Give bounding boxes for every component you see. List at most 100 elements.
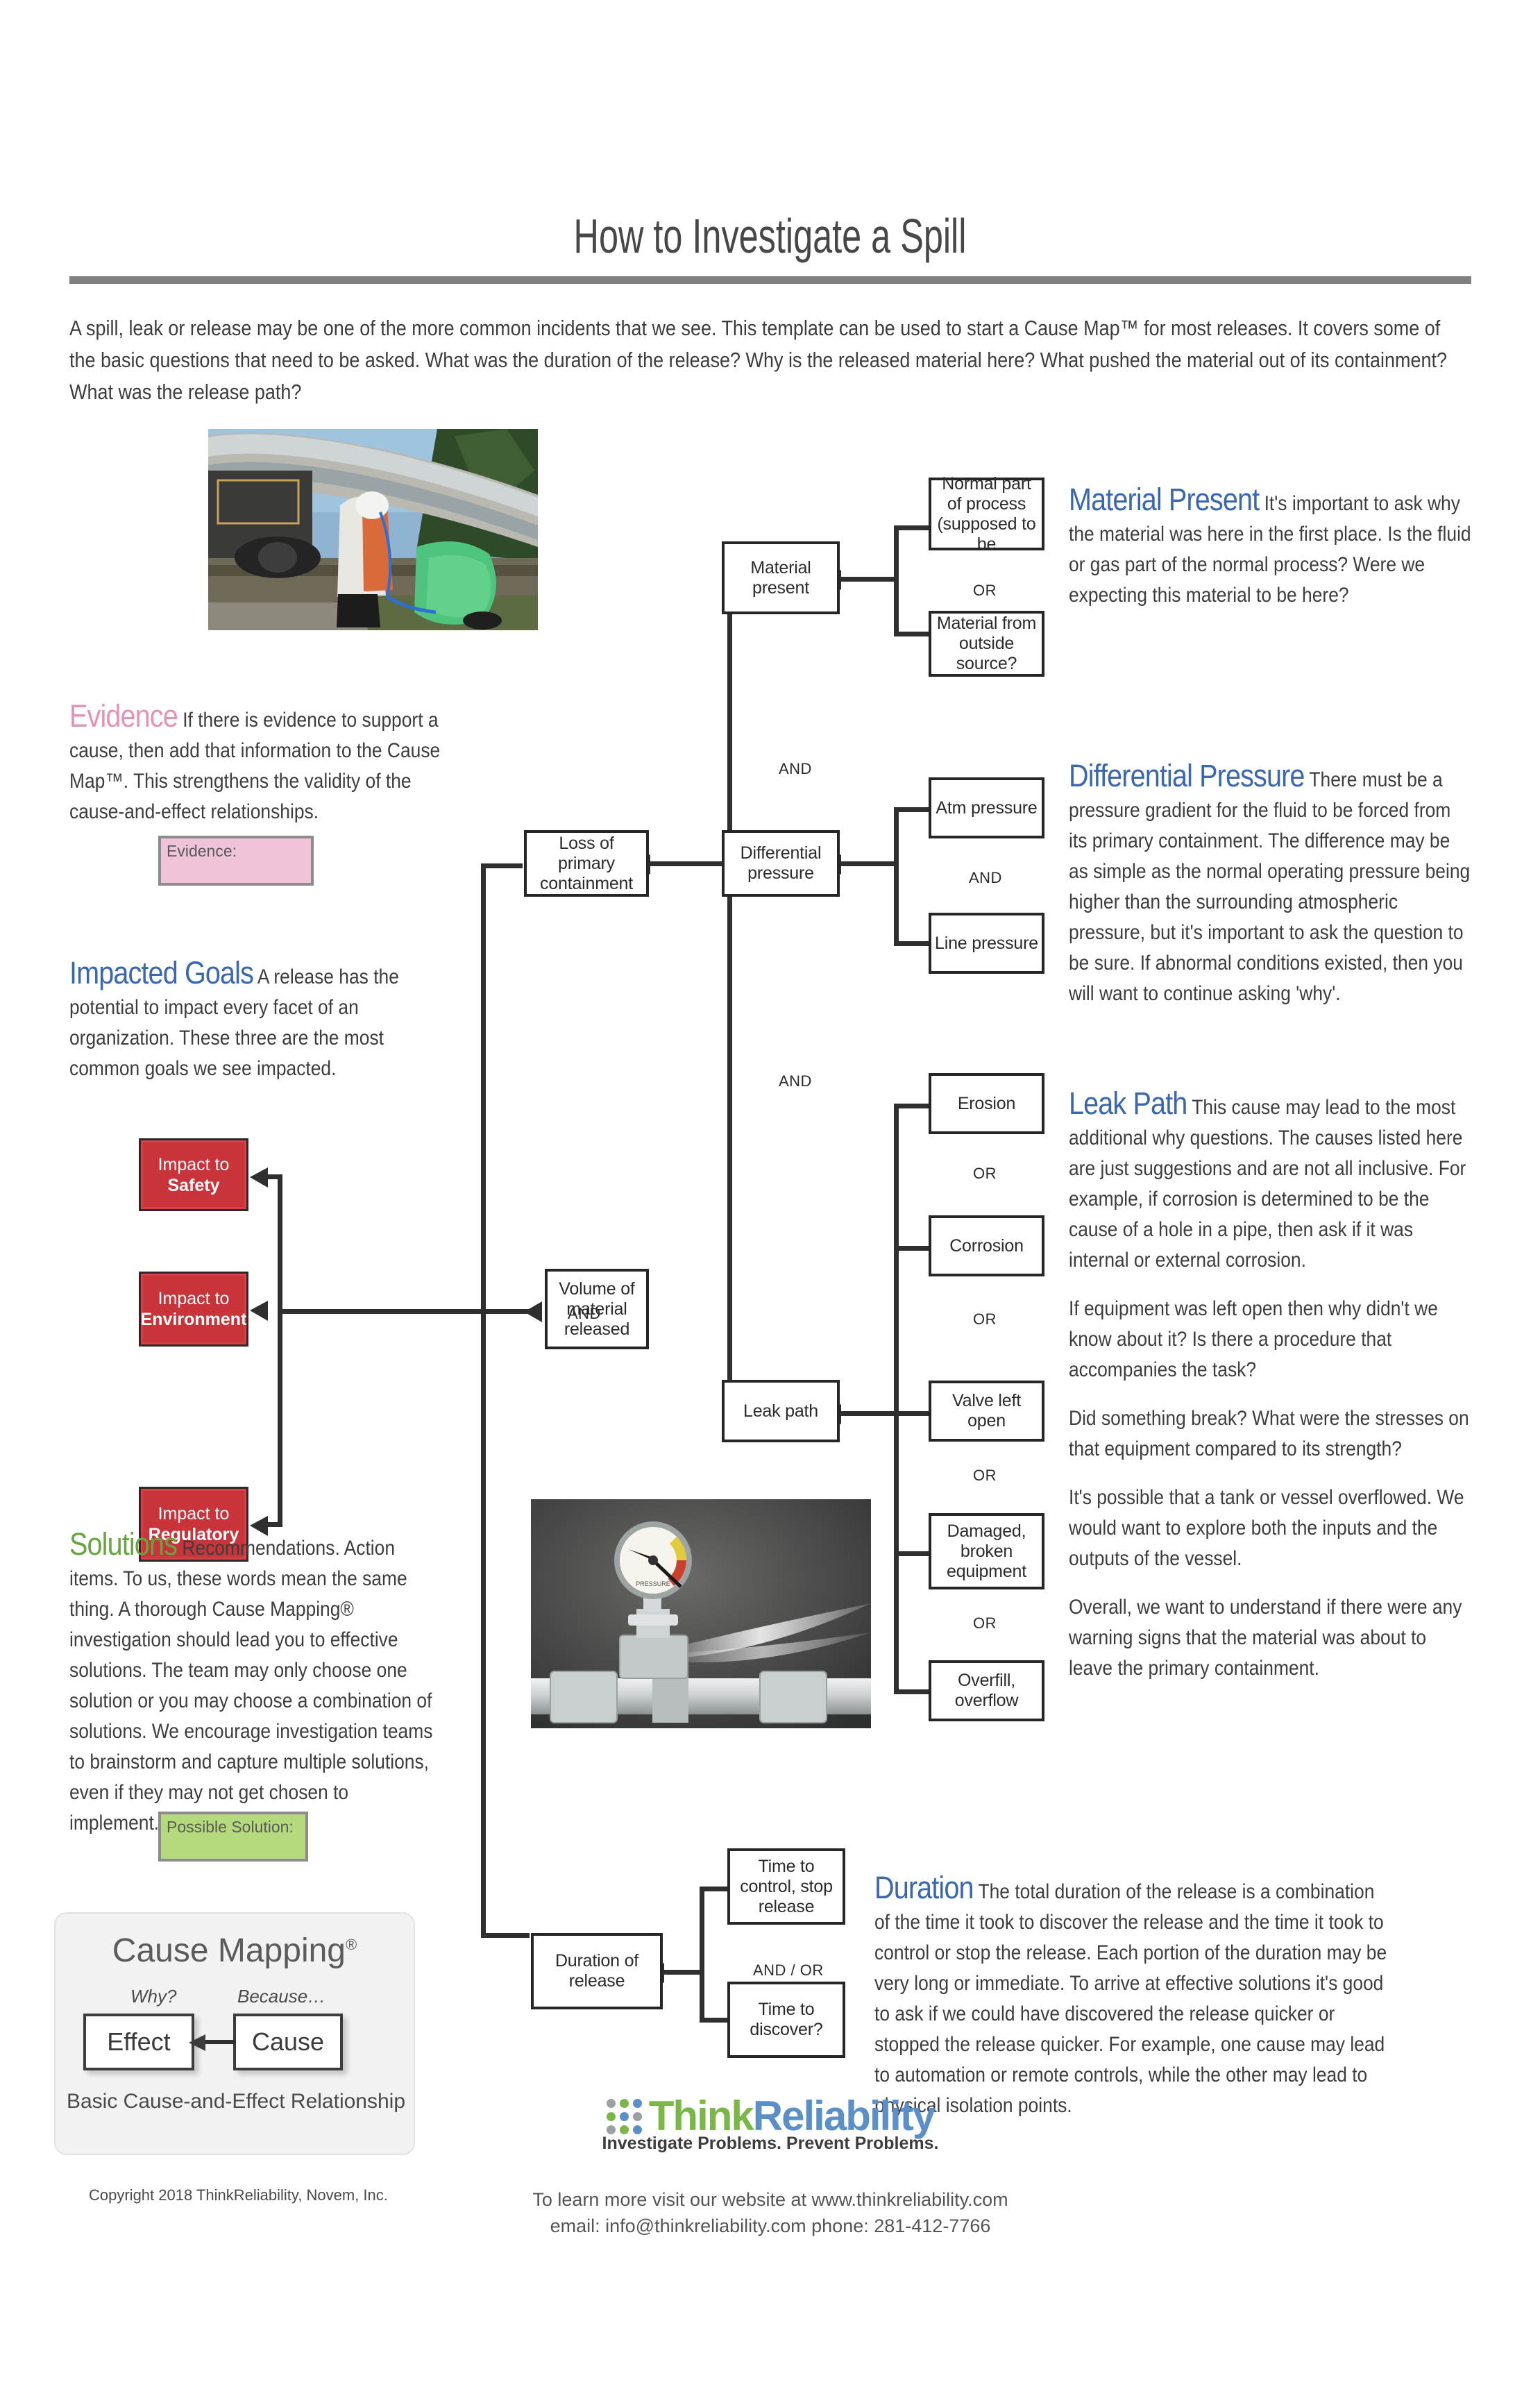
- connector-volume-left: [278, 1309, 517, 1314]
- box-material-outside-source[interactable]: Material from outside source?: [929, 611, 1044, 677]
- body-leak-path-5: Overall, we want to understand if there …: [1069, 1596, 1462, 1680]
- box-overfill-overflow[interactable]: Overfill, overflow: [929, 1660, 1044, 1721]
- box-time-to-discover[interactable]: Time to discover?: [727, 1982, 845, 2058]
- label-and-or-duration: AND / OR: [753, 1961, 824, 1979]
- connector-leak-children-spine: [894, 1104, 899, 1694]
- logo-word-reliability: Reliability: [752, 2093, 936, 2139]
- arrow-goal-environment: [250, 1301, 268, 1321]
- goal-name-safety: Safety: [167, 1175, 220, 1195]
- connector-leak-valve: [840, 1411, 930, 1416]
- box-time-to-control-stop-release[interactable]: Time to control, stop release: [727, 1848, 845, 1925]
- goal-box-safety[interactable]: Impact to Safety: [139, 1138, 248, 1211]
- heading-leak-path: Leak Path: [1069, 1086, 1187, 1121]
- connector-trunk-main: [481, 863, 486, 1938]
- box-line-pressure[interactable]: Line pressure: [929, 913, 1044, 974]
- label-or-corrosion: OR: [973, 1310, 997, 1328]
- body-leak-path-4: It's possible that a tank or vessel over…: [1069, 1486, 1464, 1570]
- body-duration: The total duration of the release is a c…: [874, 1880, 1387, 2117]
- connector-duration-control: [700, 1887, 730, 1891]
- heading-solutions: Solutions: [69, 1526, 178, 1562]
- evidence-box-label: Evidence:: [167, 842, 237, 860]
- box-corrosion[interactable]: Corrosion: [929, 1215, 1044, 1276]
- footer-logo: ThinkReliability Investigate Problems. P…: [527, 2093, 1013, 2154]
- goal-name-environment: Environment: [140, 1310, 247, 1329]
- connector-material-normal: [894, 525, 930, 530]
- label-and-pressure: AND: [969, 869, 1002, 886]
- logo-dots-icon: [606, 2098, 642, 2134]
- goal-prefix-environment: Impact to: [158, 1289, 230, 1308]
- heading-duration: Duration: [874, 1870, 974, 1905]
- heading-impacted-goals: Impacted Goals: [69, 955, 254, 990]
- section-leak-path: Leak Path This cause may lead to the mos…: [1069, 1088, 1472, 1702]
- box-erosion[interactable]: Erosion: [929, 1073, 1044, 1134]
- logo-tagline: Investigate Problems. Prevent Problems.: [602, 2134, 939, 2153]
- connector-trunk-to-duration: [481, 1933, 530, 1938]
- heading-evidence: Evidence: [69, 698, 178, 734]
- label-why: Why?: [130, 1986, 177, 2007]
- cause-mapping-caption: Basic Cause-and-Effect Relationship: [66, 2090, 406, 2113]
- footer-contact: To learn more visit our website at www.t…: [486, 2186, 1055, 2239]
- photo-pressure-gauge-leak: PRESSURE: [531, 1499, 871, 1728]
- label-and-leak: AND: [779, 1072, 812, 1090]
- connector-leak-corrosion: [894, 1246, 930, 1251]
- body-leak-path-2: If equipment was left open then why didn…: [1069, 1297, 1438, 1381]
- node-cause[interactable]: Cause: [233, 2014, 343, 2070]
- label-and-material: AND: [779, 760, 812, 777]
- connector-pressure-line: [894, 941, 930, 946]
- box-duration-of-release[interactable]: Duration of release: [531, 1933, 663, 2009]
- arrow-goal-safety: [250, 1167, 268, 1188]
- connector-pressure-into-box: [840, 861, 899, 866]
- solution-box-label: Possible Solution:: [167, 1818, 294, 1836]
- page-title: How to Investigate a Spill: [573, 209, 967, 263]
- intro-paragraph: A spill, leak or release may be one of t…: [69, 316, 1447, 404]
- box-differential-pressure[interactable]: Differential pressure: [722, 830, 840, 897]
- logo-word-think: Think: [648, 2093, 754, 2139]
- label-or-damaged: OR: [973, 1614, 997, 1632]
- section-material-present: Material Present It's important to ask w…: [1069, 484, 1472, 629]
- section-differential-pressure: Differential Pressure There must be a pr…: [1069, 760, 1472, 1027]
- label-or-erosion: OR: [973, 1165, 997, 1182]
- copyright-text: Copyright 2018 ThinkReliability, Novem, …: [89, 2186, 388, 2204]
- connector-cause-to-effect: [204, 2040, 236, 2044]
- photo-rail-tanker-spill: [208, 429, 538, 630]
- connector-leak-erosion: [894, 1104, 930, 1108]
- body-leak-path-3: Did something break? What were the stres…: [1069, 1407, 1469, 1460]
- connector-leak-damaged: [894, 1551, 930, 1556]
- cause-mapping-title-text: Cause Mapping: [112, 1932, 346, 1969]
- body-leak-path-1: This cause may lead to the most addition…: [1069, 1096, 1466, 1272]
- connector-duration-into-box: [663, 1970, 703, 1975]
- connector-duration-children-spine: [700, 1887, 704, 2023]
- connector-material-outside: [894, 632, 930, 636]
- label-and-volume: AND: [568, 1305, 601, 1322]
- registered-mark: ®: [346, 1936, 357, 1953]
- connector-duration-discover: [700, 2018, 730, 2023]
- connector-material-into-box: [840, 577, 899, 582]
- heading-differential-pressure: Differential Pressure: [1069, 758, 1305, 793]
- label-because: Because…: [237, 1986, 326, 2007]
- box-normal-part-of-process[interactable]: Normal part of process (supposed to be: [929, 474, 1044, 554]
- box-loss-of-primary-containment[interactable]: Loss of primary containment: [524, 830, 649, 897]
- connector-trunk-top: [481, 863, 523, 868]
- footer-website-line: To learn more visit our website at www.t…: [532, 2189, 1008, 2210]
- section-solutions: Solutions Recommendations. Action items.…: [69, 1528, 436, 1857]
- connector-spine-to-lpc: [649, 861, 729, 866]
- arrow-volume: [524, 1301, 542, 1322]
- label-or-material: OR: [973, 582, 997, 599]
- goal-prefix-regulatory: Impact to: [158, 1504, 230, 1524]
- title-rule: [69, 276, 1471, 284]
- possible-solution-input-box[interactable]: Possible Solution:: [158, 1812, 308, 1862]
- connector-spine-main-causes: [727, 577, 732, 1416]
- box-material-present[interactable]: Material present: [722, 541, 840, 614]
- evidence-input-box[interactable]: Evidence:: [158, 836, 314, 886]
- svg-text:PRESSURE: PRESSURE: [636, 1580, 670, 1587]
- goal-box-environment[interactable]: Impact to Environment: [139, 1272, 248, 1347]
- box-damaged-broken-equipment[interactable]: Damaged, broken equipment: [929, 1513, 1044, 1589]
- box-valve-left-open[interactable]: Valve left open: [929, 1381, 1044, 1442]
- cause-mapping-title: Cause Mapping®: [56, 1932, 414, 1970]
- box-atm-pressure[interactable]: Atm pressure: [929, 777, 1044, 838]
- box-leak-path[interactable]: Leak path: [722, 1380, 840, 1442]
- goal-prefix-safety: Impact to: [158, 1154, 230, 1174]
- body-solutions: Recommendations. Action items. To us, th…: [69, 1537, 433, 1834]
- section-impacted-goals: Impacted Goals A release has the potenti…: [69, 957, 448, 1102]
- node-effect[interactable]: Effect: [83, 2014, 194, 2070]
